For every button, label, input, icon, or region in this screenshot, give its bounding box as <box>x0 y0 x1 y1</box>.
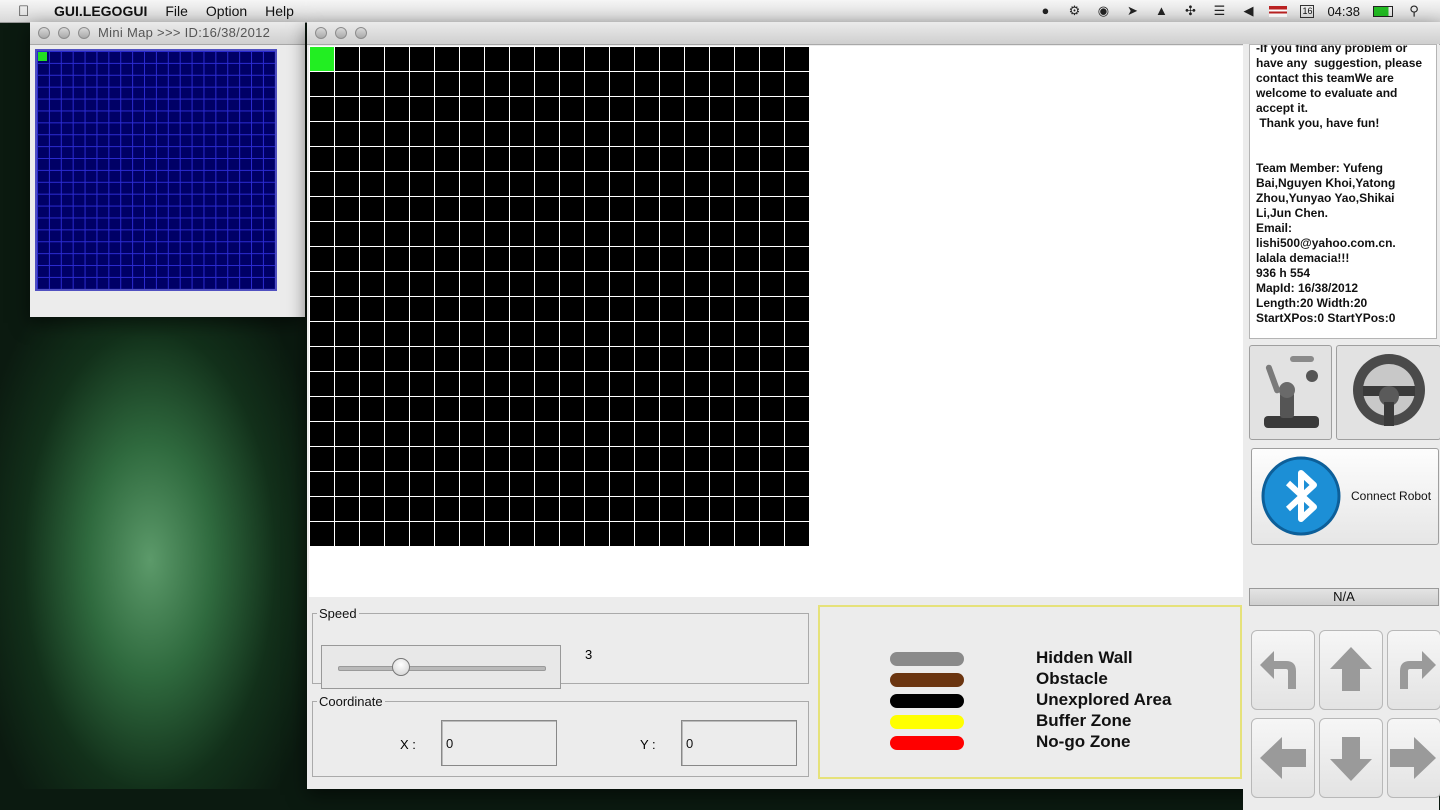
swatch-no-go-zone <box>890 736 964 750</box>
apple-icon[interactable]:  <box>18 3 40 20</box>
minimap-title: Mini Map >>> ID:16/38/2012 <box>98 25 271 40</box>
legend-label: Buffer Zone <box>1036 711 1132 730</box>
arrow-left-icon <box>1260 737 1306 779</box>
legend-item-buffer-zone: Buffer Zone <box>890 711 1210 731</box>
x-label: X : <box>400 737 416 752</box>
coordinate-label: Coordinate <box>317 694 385 709</box>
arrow-right-icon <box>1390 737 1436 779</box>
minimize-button[interactable] <box>58 27 70 39</box>
steering-wheel-button[interactable] <box>1336 345 1440 440</box>
backward-button[interactable] <box>1319 718 1383 798</box>
minimap-start-cell <box>38 52 47 61</box>
zoom-button[interactable] <box>78 27 90 39</box>
menu-bar:  GUI.LEGOGUI File Option Help ● ⚙ ◉ ➤ ▲… <box>0 0 1440 23</box>
legend-label: Unexplored Area <box>1036 690 1172 709</box>
menu-help[interactable]: Help <box>265 3 294 19</box>
turn-right-icon <box>1400 651 1436 689</box>
arrow-down-icon <box>1330 737 1372 781</box>
penguin-icon[interactable]: ● <box>1037 4 1053 18</box>
menu-file[interactable]: File <box>165 3 188 19</box>
cursor-icon[interactable]: ➤ <box>1124 4 1140 18</box>
battery-icon[interactable] <box>1373 5 1393 17</box>
minimap-grid <box>35 49 277 291</box>
legend-label: Hidden Wall <box>1036 648 1133 667</box>
swatch-hidden-wall <box>890 652 964 666</box>
menu-option[interactable]: Option <box>206 3 247 19</box>
gear-badge-icon[interactable]: ⚙ <box>1066 4 1082 18</box>
y-field[interactable]: 0 <box>681 720 797 766</box>
speed-slider-track[interactable] <box>338 666 546 671</box>
speed-slider-thumb[interactable] <box>392 658 410 676</box>
search-icon[interactable]: ⚲ <box>1406 4 1422 18</box>
minimize-button[interactable] <box>335 27 347 39</box>
close-button[interactable] <box>38 27 50 39</box>
legend-label: No-go Zone <box>1036 732 1131 751</box>
robot-arm-icon <box>1264 356 1319 428</box>
minimap-window: Mini Map >>> ID:16/38/2012 <box>30 22 305 317</box>
speed-slider-box <box>321 645 561 689</box>
turn-left-button[interactable] <box>1251 630 1315 710</box>
minimap-titlebar[interactable]: Mini Map >>> ID:16/38/2012 <box>30 22 305 45</box>
y-label: Y : <box>640 737 656 752</box>
connect-robot-label: Connect Robot <box>1351 489 1432 503</box>
forward-button[interactable] <box>1319 630 1383 710</box>
legend-item-unexplored: Unexplored Area <box>890 690 1210 710</box>
connect-robot-button[interactable]: Connect Robot <box>1251 448 1439 545</box>
legend-item-no-go-zone: No-go Zone <box>890 732 1210 752</box>
connection-status: N/A <box>1249 588 1439 606</box>
bluetooth-icon <box>1261 456 1341 536</box>
swatch-obstacle <box>890 673 964 687</box>
main-titlebar[interactable] <box>307 22 1440 45</box>
clock[interactable]: 04:38 <box>1327 4 1360 19</box>
calendar-icon[interactable]: 16 <box>1300 4 1315 18</box>
robot-arm-button[interactable] <box>1249 345 1332 440</box>
legend-label: Obstacle <box>1036 669 1108 688</box>
move-icon[interactable]: ✣ <box>1182 4 1198 18</box>
steering-wheel-icon <box>1353 354 1425 426</box>
volume-icon[interactable]: ◀ <box>1240 4 1256 18</box>
legend-panel: Hidden Wall Obstacle Unexplored Area Buf… <box>818 605 1242 779</box>
swatch-buffer-zone <box>890 715 964 729</box>
legend-item-obstacle: Obstacle <box>890 669 1210 689</box>
flag-icon[interactable] <box>1269 5 1288 17</box>
swatch-unexplored <box>890 694 964 708</box>
legend-item-hidden-wall: Hidden Wall <box>890 648 1210 668</box>
x-field[interactable]: 0 <box>441 720 557 766</box>
info-text: -If you find any problem or have any sug… <box>1256 44 1423 325</box>
hat-icon[interactable]: ▲ <box>1153 4 1169 18</box>
left-button[interactable] <box>1251 718 1315 798</box>
status-tray: ● ⚙ ◉ ➤ ▲ ✣ ☰ ◀ 16 04:38 ⚲ <box>1037 0 1440 22</box>
zoom-button[interactable] <box>355 27 367 39</box>
turn-right-button[interactable] <box>1387 630 1440 710</box>
speed-label: Speed <box>317 606 359 621</box>
start-cell <box>310 47 334 71</box>
turn-left-icon <box>1260 651 1296 689</box>
speed-group: Speed 3 <box>312 606 809 689</box>
main-map-grid[interactable] <box>309 46 809 546</box>
right-button[interactable] <box>1387 718 1440 798</box>
app-name[interactable]: GUI.LEGOGUI <box>54 3 147 19</box>
right-sidebar: -If you find any problem or have any sug… <box>1243 44 1440 810</box>
r-icon[interactable]: ◉ <box>1095 4 1111 18</box>
info-text-panel[interactable]: -If you find any problem or have any sug… <box>1249 44 1437 339</box>
main-window: Speed 3 Coordinate X : 0 Y : 0 Hidden Wa… <box>307 22 1440 810</box>
speed-value: 3 <box>585 647 593 662</box>
close-button[interactable] <box>315 27 327 39</box>
arrow-up-icon <box>1330 647 1372 691</box>
wifi-icon[interactable]: ☰ <box>1211 4 1227 18</box>
coordinate-group: Coordinate X : 0 Y : 0 <box>312 694 809 777</box>
